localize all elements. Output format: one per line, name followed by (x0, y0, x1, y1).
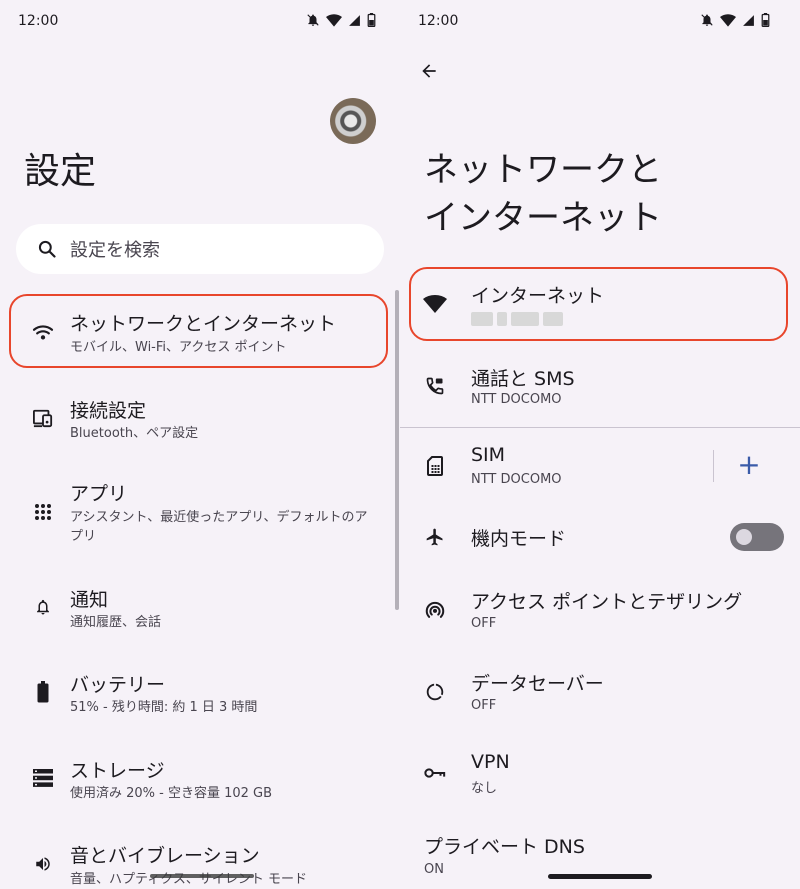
settings-item-notifications[interactable]: 通知 通知履歴、会話 (0, 575, 400, 645)
status-time: 12:00 (418, 13, 459, 29)
battery-status-icon (367, 13, 376, 27)
wifi-icon (423, 292, 447, 316)
network-item-subtitle: NTT DOCOMO (471, 392, 562, 407)
settings-item-sound[interactable]: 音とバイブレーション 音量、ハプティクス、サイレント モード (0, 832, 400, 889)
network-item-title: インターネット (471, 285, 605, 307)
settings-item-title: 接続設定 (70, 400, 147, 422)
network-item-title: プライベート DNS (424, 836, 585, 858)
settings-item-subtitle: モバイル、Wi-Fi、アクセス ポイント (70, 340, 287, 355)
sim-card-icon (423, 454, 447, 478)
search-bar[interactable]: 設定を検索 (16, 224, 384, 274)
gesture-handle[interactable] (150, 874, 254, 878)
network-item-subtitle: NTT DOCOMO (471, 472, 562, 487)
network-item-subtitle: ON (424, 862, 444, 877)
arrow-back-icon (422, 64, 436, 78)
page-title: 設定 (24, 151, 97, 192)
search-placeholder: 設定を検索 (70, 240, 160, 261)
network-item-data-saver[interactable]: データセーバー OFF (400, 660, 800, 724)
network-item-title: 機内モード (471, 528, 567, 550)
status-time: 12:00 (18, 13, 59, 29)
volume-icon (31, 852, 55, 876)
page-title: ネットワークと インターネット (424, 146, 662, 242)
network-item-title: データセーバー (471, 673, 604, 695)
settings-item-subtitle: 音量、ハプティクス、サイレント モード (70, 872, 307, 887)
settings-item-subtitle: Bluetooth、ペア設定 (70, 426, 199, 441)
page-title-line1: ネットワークと (424, 150, 662, 190)
network-item-private-dns[interactable]: プライベート DNS ON (400, 823, 800, 889)
network-item-title: 通話と SMS (471, 368, 575, 390)
vpn-key-icon (423, 761, 447, 785)
battery-icon (31, 680, 55, 704)
settings-item-battery[interactable]: バッテリー 51% - 残り時間: 約 1 日 3 時間 (0, 660, 400, 730)
avatar[interactable] (330, 98, 376, 144)
toggle-knob (736, 529, 752, 545)
status-bar: 12:00 (400, 0, 800, 44)
scrollbar[interactable] (395, 290, 399, 610)
settings-item-subtitle: アシスタント、最近使ったアプリ、デフォルトのアプリ (70, 510, 368, 544)
network-item-title: アクセス ポイントとテザリング (471, 591, 743, 613)
network-item-title: SIM (471, 444, 506, 466)
data-saver-icon (423, 680, 447, 704)
settings-item-apps[interactable]: アプリ アシスタント、最近使ったアプリ、デフォルトのアプリ (0, 470, 400, 560)
signal-icon (743, 14, 754, 26)
battery-status-icon (761, 13, 770, 27)
network-name-blurred (471, 310, 563, 328)
add-sim-button[interactable]: + (736, 451, 762, 479)
settings-item-title: 通知 (70, 589, 109, 611)
network-item-hotspot[interactable]: アクセス ポイントとテザリング OFF (400, 578, 800, 642)
gesture-handle[interactable] (548, 874, 652, 879)
network-item-vpn[interactable]: VPN なし (400, 741, 800, 805)
network-item-title: VPN (471, 751, 510, 773)
storage-icon (31, 766, 55, 790)
sim-divider (713, 450, 714, 482)
network-item-subtitle: なし (471, 781, 498, 796)
wifi-status-icon (326, 14, 342, 27)
page-title-line2: インターネット (424, 198, 662, 238)
settings-item-title: アプリ (70, 483, 128, 505)
apps-grid-icon (31, 500, 55, 524)
network-item-calls-sms[interactable]: 通話と SMS NTT DOCOMO (400, 354, 800, 418)
search-icon (36, 238, 58, 260)
settings-item-subtitle: 通知履歴、会話 (70, 615, 162, 630)
status-bar: 12:00 (0, 0, 400, 44)
settings-item-subtitle: 使用済み 20% - 空き容量 102 GB (70, 786, 273, 801)
network-item-subtitle: OFF (471, 698, 497, 713)
settings-item-title: ネットワークとインターネット (70, 313, 337, 335)
settings-item-title: ストレージ (70, 760, 165, 782)
wifi-icon (31, 320, 55, 344)
settings-screen: 12:00 設定 設定を検索 ネットワークとインターネット モバイル、Wi-Fi… (0, 0, 400, 889)
mute-icon (701, 14, 713, 26)
bell-icon (31, 595, 55, 619)
network-item-subtitle: OFF (471, 616, 497, 631)
settings-item-subtitle: 51% - 残り時間: 約 1 日 3 時間 (70, 700, 258, 715)
wifi-status-icon (720, 14, 736, 27)
airplane-mode-toggle[interactable] (730, 523, 784, 551)
devices-icon (31, 406, 55, 430)
back-button[interactable] (416, 58, 442, 84)
phone-sms-icon (423, 374, 447, 398)
mute-icon (307, 14, 319, 26)
hotspot-icon (423, 598, 447, 622)
settings-item-title: 音とバイブレーション (70, 845, 260, 867)
settings-item-title: バッテリー (70, 674, 166, 696)
section-divider (400, 427, 800, 428)
settings-item-network[interactable]: ネットワークとインターネット モバイル、Wi-Fi、アクセス ポイント (0, 300, 400, 364)
settings-item-storage[interactable]: ストレージ 使用済み 20% - 空き容量 102 GB (0, 746, 400, 816)
settings-item-connected-devices[interactable]: 接続設定 Bluetooth、ペア設定 (0, 386, 400, 456)
network-item-internet[interactable]: インターネット (400, 272, 800, 336)
airplane-icon (423, 525, 447, 549)
signal-icon (349, 14, 360, 26)
